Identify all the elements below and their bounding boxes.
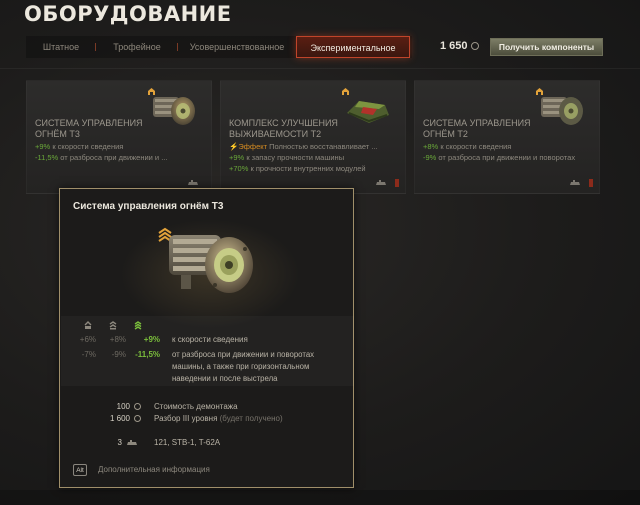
tab-improved[interactable]: Усовершенствованное	[178, 36, 296, 58]
card-stat: +9% к запасу прочности машины	[229, 153, 345, 162]
vehicle-icon	[187, 179, 199, 187]
tab-trophy[interactable]: Трофейное	[96, 36, 178, 58]
tier3-value: -11,5%	[135, 350, 160, 359]
equipment-tabs: Штатное Трофейное Усовершенствованное Эк…	[26, 36, 412, 58]
card-stat: -9% от разброса при движении и поворотах	[423, 153, 576, 162]
tab-experimental[interactable]: Экспериментальное	[296, 36, 410, 58]
tier2-value: +8%	[109, 335, 126, 344]
tab-label: Усовершенствованное	[189, 42, 285, 52]
not-installable-marker	[589, 179, 593, 187]
card-stat: +8% к скорости сведения	[423, 142, 512, 151]
dismantle-cost-value: 100	[116, 402, 130, 411]
disassembly-value: 1 600	[109, 414, 130, 423]
tier3-value: +9%	[143, 335, 160, 344]
vehicle-icon	[569, 179, 581, 187]
card-title: КОМПЛЕКС УЛУЧШЕНИЯ ВЫЖИВАЕМОСТИ Т2	[229, 118, 338, 139]
stat-description: к скорости сведения	[172, 335, 248, 344]
card-effect: ⚡Эффект Полностью восстанавливает ...	[229, 142, 378, 151]
card-stat: -11,5% от разброса при движении и ...	[35, 153, 168, 162]
vehicle-count: 3	[117, 438, 122, 447]
get-components-button[interactable]: Получить компоненты	[490, 38, 603, 56]
alt-key-icon: Alt	[73, 464, 87, 476]
vehicle-icon	[127, 440, 137, 445]
card-title: СИСТЕМА УПРАВЛЕНИЯ ОГНЁМ Т3	[35, 118, 143, 139]
dismantle-cost-label: Стоимость демонтажа	[154, 402, 238, 411]
equipment-tooltip: Система управления огнём Т3 +6% +8% +9% …	[59, 188, 354, 488]
tier2-value: -9%	[111, 350, 126, 359]
tab-label: Штатное	[42, 42, 80, 52]
tab-standard[interactable]: Штатное	[26, 36, 96, 58]
divider	[0, 68, 640, 69]
tooltip-title: Система управления огнём Т3	[73, 201, 224, 212]
tab-label: Трофейное	[113, 42, 161, 52]
more-info-label: Дополнительная информация	[98, 465, 210, 474]
not-installable-marker	[395, 179, 399, 187]
tier1-value: +6%	[79, 335, 96, 344]
compatible-vehicles: 121, STB-1, T-62A	[154, 438, 221, 447]
card-stat: +9% к скорости сведения	[35, 142, 124, 151]
level-2-icon	[109, 321, 117, 330]
card-title: СИСТЕМА УПРАВЛЕНИЯ ОГНЁМ Т2	[423, 118, 531, 139]
equipment-card-survivability-t2[interactable]: КОМПЛЕКС УЛУЧШЕНИЯ ВЫЖИВАЕМОСТИ Т2 ⚡Эффе…	[220, 80, 406, 194]
component-coin-icon	[134, 403, 141, 410]
level-1-icon	[84, 321, 92, 329]
equipment-card-fire-control-t2[interactable]: СИСТЕМА УПРАВЛЕНИЯ ОГНЁМ Т2 +8% к скорос…	[414, 80, 600, 194]
level-3-icon	[134, 321, 142, 330]
equipment-card-fire-control-t3[interactable]: СИСТЕМА УПРАВЛЕНИЯ ОГНЁМ Т3 +9% к скорос…	[26, 80, 212, 194]
tab-label: Экспериментальное	[310, 43, 396, 53]
fire-control-system-image	[169, 235, 253, 293]
component-balance: 1 650	[440, 40, 479, 52]
vehicle-icon	[375, 179, 387, 187]
tier1-value: -7%	[81, 350, 96, 359]
component-coin-icon	[134, 415, 141, 422]
balance-value: 1 650	[440, 40, 468, 52]
bottom-bar	[0, 490, 640, 505]
disassembly-label: Разбор III уровня (будет получено)	[154, 414, 283, 423]
component-coin-icon	[470, 42, 479, 50]
card-stat: +70% к прочности внутренних модулей	[229, 164, 366, 173]
stat-description: от разброса при движении и поворотах маш…	[172, 350, 315, 383]
page-title: ОБОРУДОВАНИЕ	[24, 2, 232, 26]
